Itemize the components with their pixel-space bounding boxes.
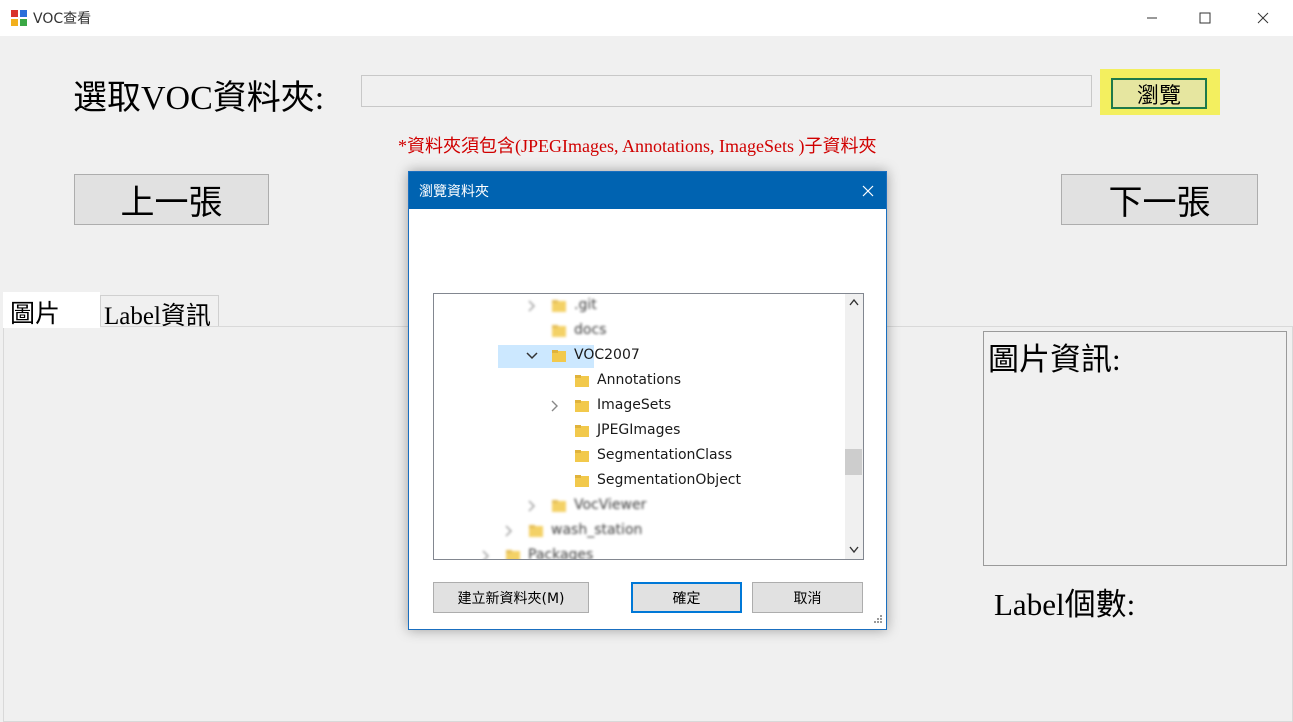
cancel-button[interactable]: 取消 [752,582,863,613]
chevron-down-icon[interactable] [526,348,538,364]
tree-item-label: ImageSets [597,397,672,413]
dialog-title: 瀏覽資料夾 [419,184,489,200]
tree-scrollbar[interactable] [845,294,863,559]
folder-icon [575,449,589,463]
select-folder-label: 選取VOC資料夾: [73,80,325,117]
dialog-close-button[interactable] [850,172,886,209]
tree-item[interactable]: wash_station [434,519,845,544]
tree-item-label: SegmentationObject [597,472,741,488]
title-bar: VOC查看 [0,0,1293,36]
tree-item[interactable]: .git [434,294,845,319]
folder-icon [575,424,589,438]
dialog-title-bar: 瀏覽資料夾 [409,172,886,209]
tree-item-label: .git [574,297,597,313]
folder-icon [552,499,566,513]
folder-icon [552,299,566,313]
browse-button[interactable]: 瀏覽 [1111,78,1207,109]
tree-item[interactable]: Packages [434,544,845,560]
tree-item-label: wash_station [551,522,643,538]
minimize-icon [1147,17,1157,19]
scroll-thumb[interactable] [845,449,862,475]
next-image-button[interactable]: 下一張 [1061,174,1258,225]
tree-item-label: SegmentationClass [597,447,733,463]
tree-item[interactable]: SegmentationClass [434,444,845,469]
chevron-right-icon[interactable] [480,548,492,559]
folder-icon [575,374,589,388]
maximize-button[interactable] [1182,0,1228,36]
chevron-right-icon[interactable] [526,298,538,314]
tree-item-label: Annotations [597,372,682,388]
tree-item-label: JPEGImages [597,422,681,438]
tree-item-label: VOC2007 [574,347,640,363]
maximize-icon [1199,12,1211,24]
scroll-up-icon[interactable] [849,298,859,306]
chevron-right-icon[interactable] [503,523,515,539]
close-button[interactable] [1240,0,1286,36]
image-info-title: 圖片資訊: [988,342,1121,377]
tree-item-label: VocViewer [574,497,647,513]
label-count-text: Label個數: [994,587,1136,622]
tree-item-label: docs [574,322,607,338]
tree-item[interactable]: JPEGImages [434,419,845,444]
folder-icon [552,349,566,363]
folder-icon [575,399,589,413]
tree-item[interactable]: SegmentationObject [434,469,845,494]
folder-hint: *資料夾須包含(JPEGImages, Annotations, ImageSe… [398,136,877,156]
tree-item-label: Packages [528,547,594,560]
folder-icon [552,324,566,338]
close-icon [862,185,874,196]
chevron-right-icon[interactable] [526,498,538,514]
tree-item[interactable]: ImageSets [434,394,845,419]
window-title: VOC查看 [33,11,92,27]
ok-button[interactable]: 確定 [631,582,742,613]
tree-item[interactable]: VOC2007 [434,344,845,369]
tab-image[interactable]: 圖片 [3,292,100,328]
resize-grip-icon[interactable] [871,614,883,626]
folder-icon [506,549,520,559]
tree-item[interactable]: Annotations [434,369,845,394]
chevron-right-icon[interactable] [549,398,561,414]
new-folder-button[interactable]: 建立新資料夾(M) [433,582,589,613]
browse-folder-dialog: 瀏覽資料夾 .git docs VOC2007 Annotations ImageSet… [408,171,887,630]
tab-label-info[interactable]: Label資訊 [100,295,219,330]
scroll-down-icon[interactable] [849,546,859,554]
previous-image-button[interactable]: 上一張 [74,174,269,225]
folder-icon [575,474,589,488]
tree-item[interactable]: VocViewer [434,494,845,519]
close-icon [1257,12,1269,24]
minimize-button[interactable] [1129,0,1175,36]
folder-path-input[interactable] [361,75,1092,107]
tree-item[interactable]: docs [434,319,845,344]
folder-icon [529,524,543,538]
app-icon [11,10,27,26]
folder-tree[interactable]: .git docs VOC2007 Annotations ImageSets JPEGI… [433,293,864,560]
